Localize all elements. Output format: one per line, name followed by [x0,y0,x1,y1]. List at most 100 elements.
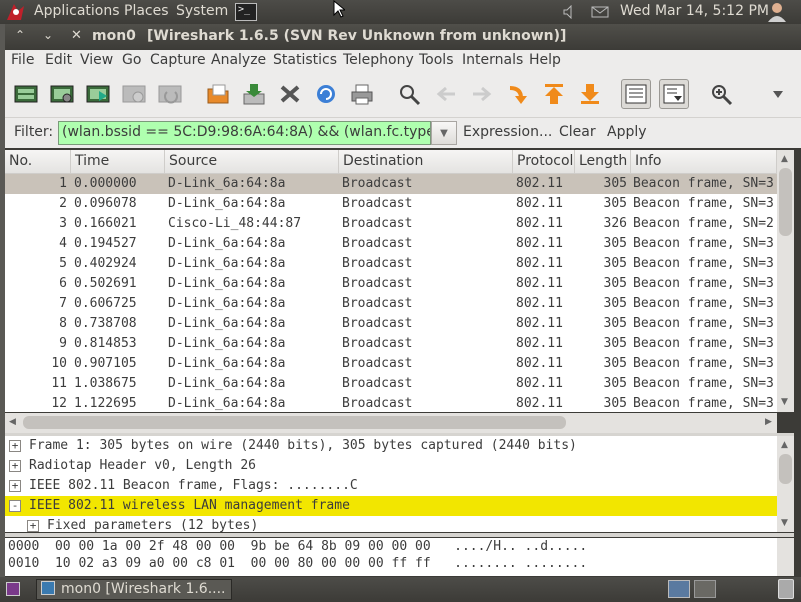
hscrollbar-thumb[interactable] [23,416,566,429]
filter-input[interactable]: (wlan.bssid == 5C:D9:98:6A:64:8A) && (wl… [58,121,431,145]
mail-icon[interactable] [591,6,609,22]
save-file-icon[interactable] [239,79,269,109]
expand-icon[interactable]: + [9,460,21,472]
column-header-destination[interactable]: Destination [339,150,513,174]
column-header-no[interactable]: No. [5,150,71,174]
expand-icon[interactable]: + [9,480,21,492]
menu-statistics[interactable]: Statistics [273,52,337,68]
more-icon[interactable] [763,79,793,109]
taskbar-item-label: mon0 [Wireshark 1.6.... [61,581,226,597]
clear-button[interactable]: Clear [559,124,596,140]
collapse-icon[interactable]: - [9,500,21,512]
menu-capture[interactable]: Capture [150,52,206,68]
forward-icon[interactable] [467,79,497,109]
packet-row[interactable]: 3 0.166021 Cisco-Li_48:44:87 Broadcast 802.1… [5,214,777,234]
close-button[interactable]: ✕ [71,28,82,43]
autoscroll-icon[interactable] [659,79,689,109]
packet-list-scrollbar[interactable]: ▲ ▼ [777,150,794,412]
scrollbar-thumb[interactable] [779,454,792,484]
reload-icon[interactable] [311,79,341,109]
bytes-scrollbar[interactable] [777,538,794,576]
packet-row[interactable]: 4 0.194527 D-Link_6a:64:8a Broadcast 802.11 3… [5,234,777,254]
packet-destination: Broadcast [342,216,413,231]
detail-row-beacon[interactable]: + IEEE 802.11 Beacon frame, Flags: ......… [5,476,777,496]
scroll-down-icon[interactable]: ▼ [781,397,788,407]
workspace-switcher-icon[interactable] [668,580,690,598]
menu-view[interactable]: View [80,52,113,68]
find-icon[interactable] [395,79,425,109]
packet-row[interactable]: 1 0.000000 D-Link_6a:64:8a Broadcast 802.11 3… [5,174,777,194]
packet-row[interactable]: 11 1.038675 D-Link_6a:64:8a Broadcast 802.11… [5,374,777,394]
apply-button[interactable]: Apply [607,124,647,140]
scroll-left-icon[interactable]: ◀ [9,417,16,427]
packet-row[interactable]: 2 0.096078 D-Link_6a:64:8a Broadcast 802.11 3… [5,194,777,214]
zoom-in-icon[interactable] [707,79,737,109]
start-capture-icon[interactable] [83,79,113,109]
options-icon[interactable] [47,79,77,109]
scroll-up-icon[interactable]: ▲ [781,154,788,164]
first-packet-icon[interactable] [539,79,569,109]
goto-packet-icon[interactable] [503,79,533,109]
packet-row[interactable]: 8 0.738708 D-Link_6a:64:8a Broadcast 802.11 3… [5,314,777,334]
pane-splitter[interactable] [5,533,794,537]
expand-icon[interactable]: + [27,520,39,532]
menu-help[interactable]: Help [529,52,561,68]
stop-capture-icon[interactable] [119,79,149,109]
column-header-length[interactable]: Length [575,150,631,174]
menu-edit[interactable]: Edit [45,52,72,68]
interfaces-icon[interactable] [11,79,41,109]
scroll-down-icon[interactable]: ▼ [781,518,788,528]
scroll-right-icon[interactable]: ▶ [765,417,772,427]
maximize-button[interactable]: ⌄ [43,28,53,42]
print-icon[interactable] [347,79,377,109]
packet-info: Beacon frame, SN=2 [633,216,774,231]
menu-go[interactable]: Go [122,52,141,68]
places-menu[interactable]: Places [124,3,169,19]
menu-tools[interactable]: Tools [419,52,454,68]
column-header-time[interactable]: Time [71,150,165,174]
filter-dropdown-button[interactable]: ▼ [431,121,457,145]
column-header-info[interactable]: Info [631,150,777,174]
details-scrollbar[interactable]: ▲ ▼ [777,436,794,532]
user-icon[interactable] [766,2,788,26]
clock[interactable]: Wed Mar 14, 5:12 PM [620,3,769,19]
detail-row-fixed-params[interactable]: + Fixed parameters (12 bytes) [5,516,777,532]
scrollbar-thumb[interactable] [779,168,792,236]
last-packet-icon[interactable] [575,79,605,109]
packet-row[interactable]: 10 0.907105 D-Link_6a:64:8a Broadcast 802.11… [5,354,777,374]
menu-telephony[interactable]: Telephony [343,52,414,68]
menu-file[interactable]: File [11,52,34,68]
applications-menu[interactable]: Applications [34,3,120,19]
system-menu[interactable]: System [176,3,228,19]
close-file-icon[interactable] [275,79,305,109]
taskbar-item-wireshark[interactable]: mon0 [Wireshark 1.6.... [36,579,232,600]
minimize-button[interactable]: ⌃ [15,28,25,42]
detail-row-wlan-mgt[interactable]: - IEEE 802.11 wireless LAN management fra… [5,496,777,516]
packet-row[interactable]: 5 0.402924 D-Link_6a:64:8a Broadcast 802.11 3… [5,254,777,274]
column-header-protocol[interactable]: Protocol [513,150,575,174]
expand-icon[interactable]: + [9,440,21,452]
ubuntu-logo-icon[interactable] [4,2,28,22]
terminal-icon[interactable]: >_ [235,3,257,21]
packet-list-hscrollbar[interactable]: ◀ ▶ [5,413,777,433]
packet-row[interactable]: 9 0.814853 D-Link_6a:64:8a Broadcast 802.11 3… [5,334,777,354]
workspace-icon[interactable] [694,580,716,598]
scroll-up-icon[interactable]: ▲ [781,440,788,450]
trash-icon[interactable] [778,579,794,599]
open-file-icon[interactable] [203,79,233,109]
expression-button[interactable]: Expression... [463,124,552,140]
show-desktop-icon[interactable] [6,582,20,596]
restart-capture-icon[interactable] [155,79,185,109]
column-header-source[interactable]: Source [165,150,339,174]
menu-analyze[interactable]: Analyze [211,52,266,68]
packet-row[interactable]: 6 0.502691 D-Link_6a:64:8a Broadcast 802.11 3… [5,274,777,294]
detail-row-frame[interactable]: + Frame 1: 305 bytes on wire (2440 bits),… [5,436,777,456]
back-icon[interactable] [431,79,461,109]
packet-source: D-Link_6a:64:8a [168,196,286,211]
packet-row[interactable]: 12 1.122695 D-Link_6a:64:8a Broadcast 802.11… [5,394,777,412]
colorize-icon[interactable] [621,79,651,109]
packet-row[interactable]: 7 0.606725 D-Link_6a:64:8a Broadcast 802.11 3… [5,294,777,314]
volume-icon[interactable] [562,4,576,23]
detail-row-radiotap[interactable]: + Radiotap Header v0, Length 26 [5,456,777,476]
menu-internals[interactable]: Internals [462,52,523,68]
